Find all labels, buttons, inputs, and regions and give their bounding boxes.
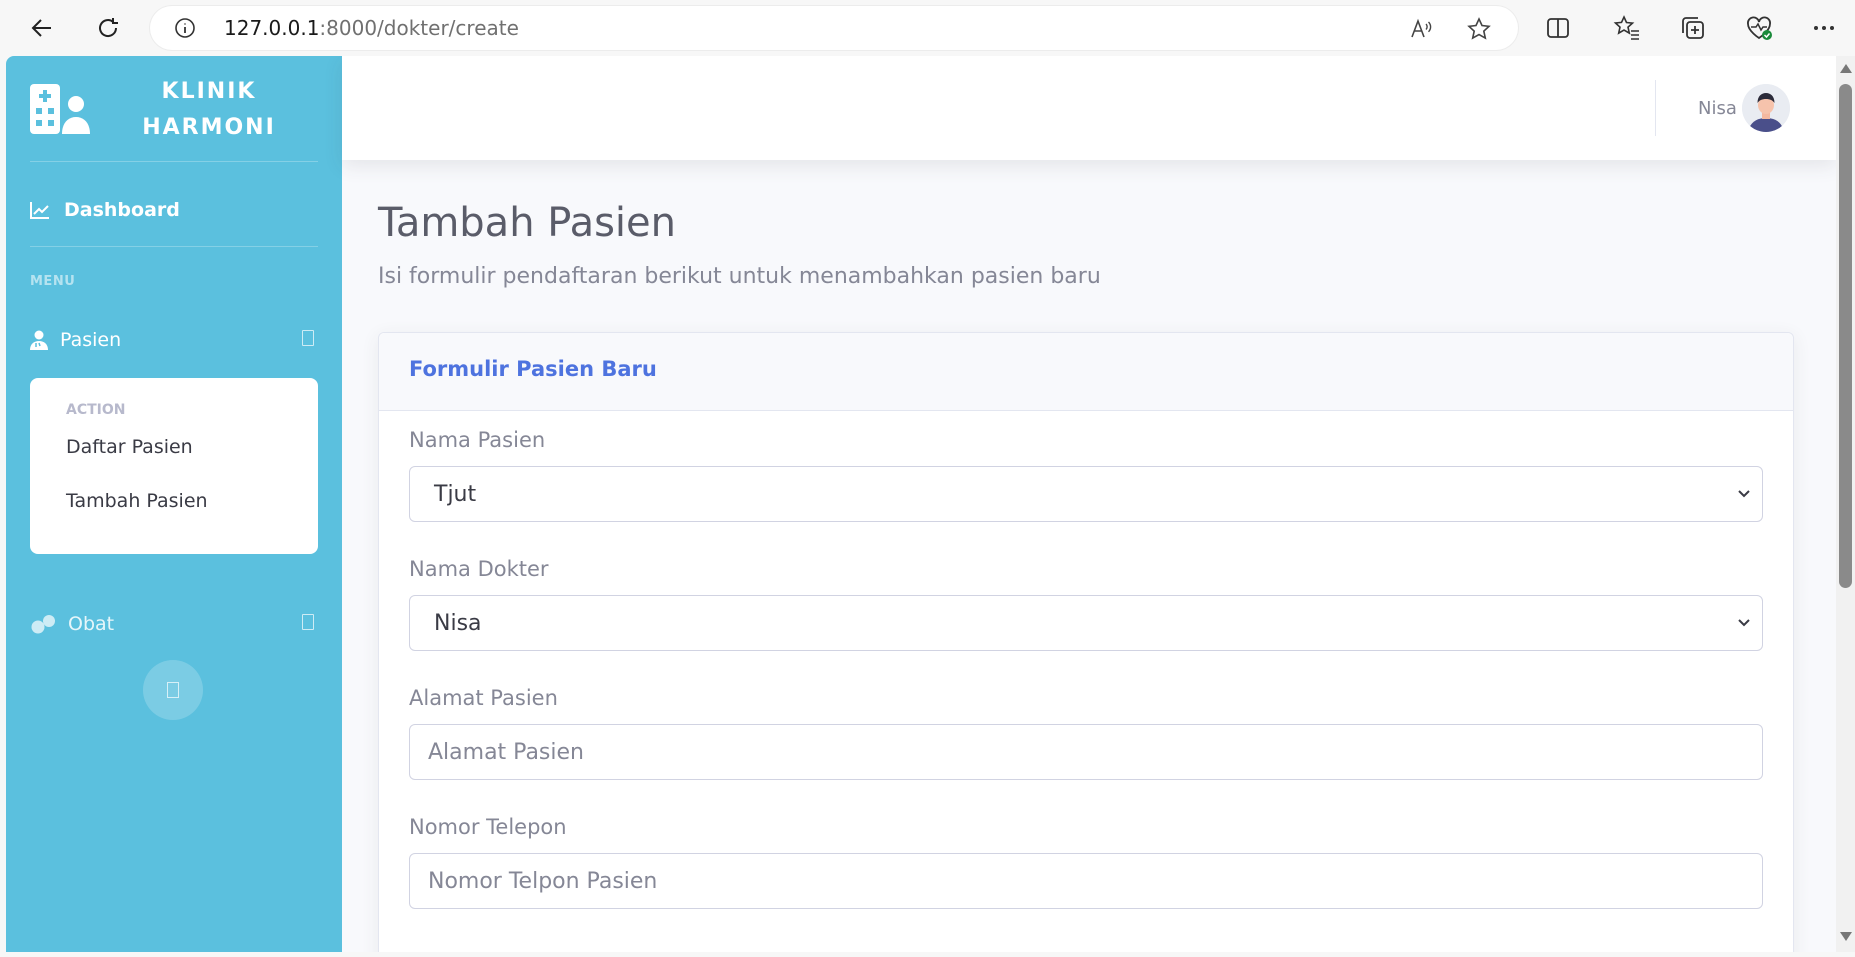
sidebar-item-label: Pasien [60,329,122,351]
favorites-icon[interactable] [1612,13,1642,43]
select-value: Nisa [434,610,482,636]
form-card: Formulir Pasien Baru Nama Pasien Tjut Na… [378,332,1794,952]
sidebar-item-label: Obat [68,613,115,635]
label-nomor-telepon: Nomor Telepon [409,815,567,839]
label-nama-pasien: Nama Pasien [409,428,546,452]
submenu-item-tambah-pasien[interactable]: Tambah Pasien [66,490,208,512]
sidebar-divider [30,161,318,162]
browser-essentials-icon[interactable] [1744,13,1774,43]
submenu-pasien: ACTION Daftar Pasien Tambah Pasien [30,378,318,554]
more-menu-icon[interactable] [1809,13,1839,43]
chevron-down-icon [1738,619,1750,627]
input-placeholder: Nomor Telpon Pasien [428,868,658,894]
user-doctor-icon [30,330,48,350]
toggle-icon [167,682,179,698]
input-alamat-pasien[interactable]: Alamat Pasien [409,724,1763,780]
user-name[interactable]: Nisa [1698,98,1737,119]
sidebar-toggle-button[interactable] [143,660,203,720]
chevron-icon [302,330,314,346]
input-placeholder: Alamat Pasien [428,739,584,765]
topbar: Nisa [342,56,1836,160]
page-title: Tambah Pasien [378,200,677,246]
brand-name: KLINIK HARMONI [142,79,276,140]
sidebar-heading-menu: MENU [30,274,76,289]
pills-icon [31,615,55,634]
card-title: Formulir Pasien Baru [409,357,657,381]
scroll-up-arrow-icon[interactable] [1840,64,1852,73]
chevron-icon [302,614,314,630]
page-subtitle: Isi formulir pendaftaran berikut untuk m… [378,264,1101,289]
favorite-star-icon[interactable] [1466,16,1492,42]
page-viewport: KLINIK HARMONI Dashboard MENU Pasien ACT… [6,56,1836,952]
select-nama-pasien[interactable]: Tjut [409,466,1763,522]
info-icon[interactable] [174,17,196,39]
url-text: 127.0.0.1:8000/dokter/create [224,16,519,40]
avatar[interactable] [1742,84,1790,132]
label-alamat-pasien: Alamat Pasien [409,686,558,710]
chevron-down-icon [1738,490,1750,498]
read-aloud-icon[interactable] [1408,16,1434,42]
topbar-divider [1655,80,1656,136]
sidebar-item-pasien[interactable]: Pasien [30,320,320,360]
back-button[interactable] [24,10,60,46]
submenu-heading: ACTION [66,402,126,418]
user-avatar-icon [1742,84,1790,132]
label-nama-dokter: Nama Dokter [409,557,549,581]
reload-icon [99,18,118,37]
scroll-down-arrow-icon[interactable] [1840,932,1852,941]
submenu-item-daftar-pasien[interactable]: Daftar Pasien [66,436,193,458]
scrollbar-thumb[interactable] [1839,84,1852,588]
page-scrollbar[interactable] [1836,56,1855,952]
clinic-logo-icon [30,84,90,134]
reload-button[interactable] [90,10,126,46]
select-value: Tjut [434,481,477,507]
sidebar: KLINIK HARMONI Dashboard MENU Pasien ACT… [6,56,342,952]
browser-toolbar: 127.0.0.1:8000/dokter/create [0,0,1855,56]
chart-line-icon [30,202,49,219]
brand[interactable]: KLINIK HARMONI [6,56,342,162]
sidebar-item-label: Dashboard [64,199,180,221]
sidebar-item-dashboard[interactable]: Dashboard [30,190,180,230]
select-nama-dokter[interactable]: Nisa [409,595,1763,651]
sidebar-item-obat[interactable]: Obat [30,604,320,644]
input-nomor-telepon[interactable]: Nomor Telpon Pasien [409,853,1763,909]
address-bar[interactable]: 127.0.0.1:8000/dokter/create [150,6,1518,50]
card-header: Formulir Pasien Baru [379,333,1793,411]
sidebar-divider [30,246,318,247]
split-screen-icon[interactable] [1543,13,1573,43]
back-arrow-icon [31,19,51,37]
collections-icon[interactable] [1678,13,1708,43]
